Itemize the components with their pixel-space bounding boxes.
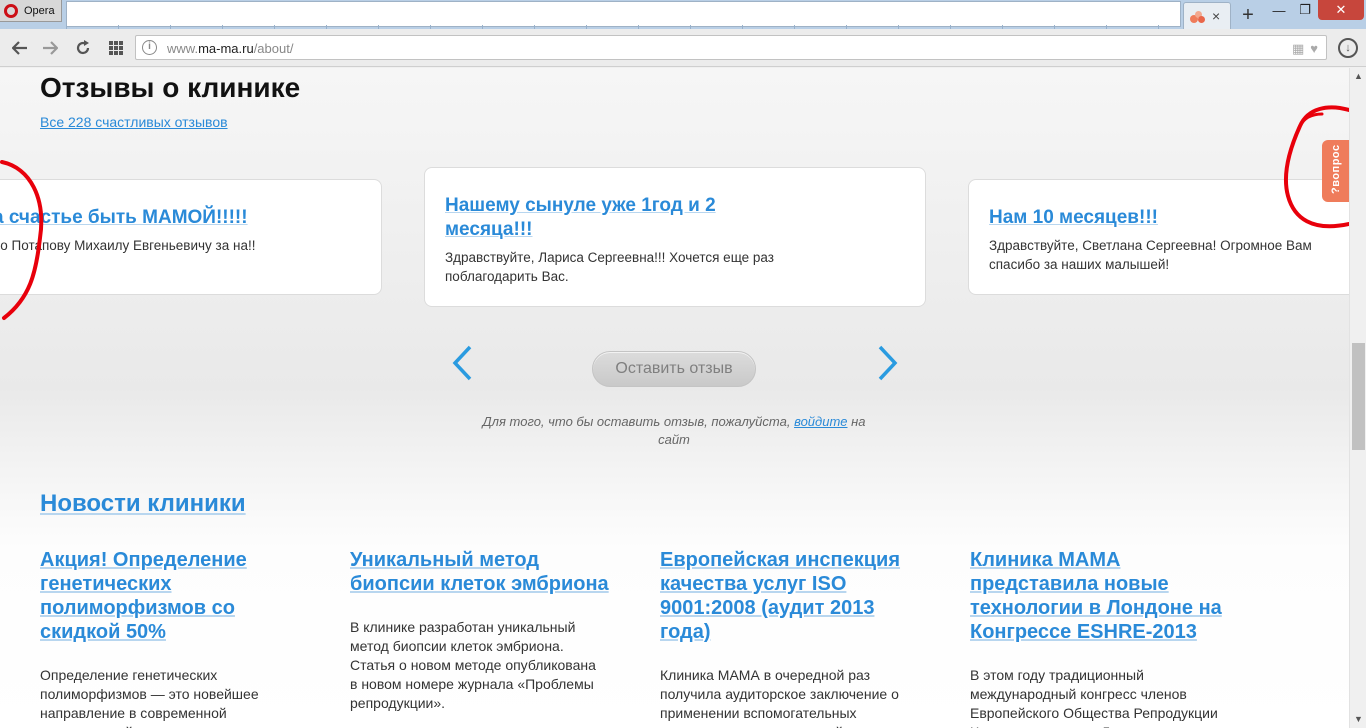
news-heading[interactable]: Новости клиники xyxy=(40,490,246,518)
review-card[interactable]: Нашему сынуле уже 1год и 2 месяца!!! Здр… xyxy=(424,167,926,307)
window-close-button[interactable]: ✕ xyxy=(1318,0,1364,20)
address-bar[interactable]: i www.ma-ma.ru/about/ ▦ ♥ xyxy=(135,35,1327,60)
navigation-bar: i www.ma-ma.ru/about/ ▦ ♥ ↓ xyxy=(0,29,1366,67)
news-title-link[interactable]: Европейская инспекция качества услуг ISO… xyxy=(660,548,920,644)
news-title-link[interactable]: Акция! Определение генетических полиморф… xyxy=(40,548,300,644)
review-title[interactable]: Нам 10 месяцев!!! xyxy=(989,206,1158,230)
web-page: Отзывы о клинике Все 228 счастливых отзы… xyxy=(0,68,1349,728)
window-minimize-button[interactable]: — xyxy=(1266,0,1292,20)
news-item: Европейская инспекция качества услуг ISO… xyxy=(660,548,920,728)
review-title[interactable]: Нашему сынуле уже 1год и 2 месяца!!! xyxy=(445,194,765,242)
reload-icon[interactable] xyxy=(72,37,94,59)
speed-dial-grid-icon[interactable] xyxy=(105,37,127,59)
address-bar-actions: ▦ ♥ xyxy=(1292,41,1318,57)
review-text: Здравствуйте, Лариса Сергеевна!!! Хочетс… xyxy=(445,250,774,284)
news-summary: В клинике разработан уникальный метод би… xyxy=(350,619,596,711)
tab-strip[interactable] xyxy=(66,1,1181,27)
news-item: Клиника МАМА представила новые технологи… xyxy=(970,548,1230,728)
carousel-next-chevron-icon[interactable] xyxy=(876,344,900,382)
scroll-up-icon[interactable]: ▲ xyxy=(1350,68,1366,85)
tab-close-icon[interactable]: × xyxy=(1212,8,1220,24)
scrollbar-thumb[interactable] xyxy=(1352,343,1365,450)
vertical-scrollbar[interactable]: ▲ ▼ xyxy=(1349,68,1366,728)
news-item: Уникальный метод биопсии клеток эмбриона… xyxy=(350,548,610,713)
url-text: www.ma-ma.ru/about/ xyxy=(167,41,294,56)
news-summary: Клиника МАМА в очередной раз получила ау… xyxy=(660,667,899,728)
opera-logo-icon xyxy=(4,3,18,18)
opera-menu-label: Opera xyxy=(24,4,55,17)
news-item: Акция! Определение генетических полиморф… xyxy=(40,548,300,728)
site-favicon-icon xyxy=(1190,11,1206,23)
opera-menu-button[interactable]: Opera xyxy=(0,0,62,22)
review-title[interactable]: а счастье быть МАМОЙ!!!!! xyxy=(0,206,248,230)
ask-question-tab[interactable]: ?вопрос xyxy=(1322,140,1349,202)
all-reviews-link[interactable]: Все 228 счастливых отзывов xyxy=(40,114,228,130)
news-summary: В этом году традиционный международный к… xyxy=(970,667,1218,728)
review-text: Здравствуйте, Светлана Сергеевна! Огромн… xyxy=(989,238,1312,272)
ask-question-label: ?вопрос xyxy=(1330,144,1342,194)
speed-dial-add-icon[interactable]: ▦ xyxy=(1292,41,1304,57)
login-hint: Для того, что бы оставить отзыв, пожалуй… xyxy=(482,414,866,447)
window-maximize-button[interactable]: ❐ xyxy=(1292,0,1318,20)
back-arrow-icon[interactable] xyxy=(9,37,31,59)
download-icon[interactable]: ↓ xyxy=(1338,38,1358,58)
news-title-link[interactable]: Клиника МАМА представила новые технологи… xyxy=(970,548,1230,644)
scroll-down-icon[interactable]: ▼ xyxy=(1350,711,1366,728)
new-tab-button[interactable]: + xyxy=(1238,4,1258,27)
forward-arrow-icon[interactable] xyxy=(39,37,61,59)
title-bar: Opera × + — ❐ ✕ xyxy=(0,0,1366,29)
site-info-icon[interactable]: i xyxy=(142,40,157,55)
review-card[interactable]: Нам 10 месяцев!!! Здравствуйте, Светлана… xyxy=(968,179,1349,295)
login-link[interactable]: войдите xyxy=(794,414,847,429)
bookmark-heart-icon[interactable]: ♥ xyxy=(1310,41,1318,57)
news-summary: Определение генетических полиморфизмов —… xyxy=(40,667,259,728)
news-title-link[interactable]: Уникальный метод биопсии клеток эмбриона xyxy=(350,548,610,596)
reviews-heading: Отзывы о клинике xyxy=(40,72,301,103)
tab-active[interactable]: × xyxy=(1183,2,1231,29)
leave-review-button[interactable]: Оставить отзыв xyxy=(592,351,756,387)
review-card[interactable]: а счастье быть МАМОЙ!!!!! ибо Потапову М… xyxy=(0,179,382,295)
carousel-prev-chevron-icon[interactable] xyxy=(450,344,474,382)
review-text: ибо Потапову Михаилу Евгеньевичу за на!! xyxy=(0,238,256,253)
